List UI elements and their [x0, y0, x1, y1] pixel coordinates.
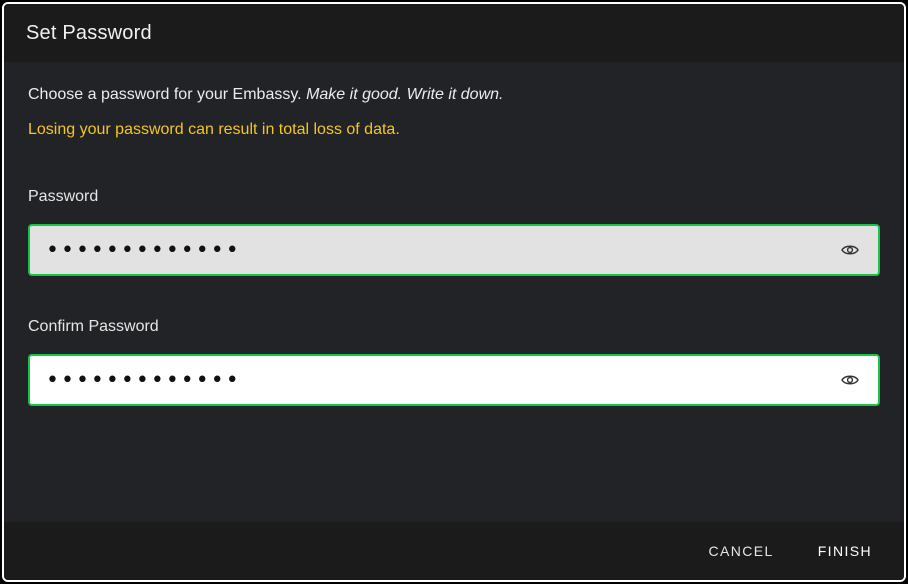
password-input[interactable] — [30, 226, 830, 274]
set-password-dialog: Set Password Choose a password for your … — [2, 2, 906, 582]
intro-emphasis: Make it good. Write it down. — [306, 86, 504, 103]
dialog-body: Choose a password for your Embassy. Make… — [4, 62, 904, 523]
intro-text: Choose a password for your Embassy. Make… — [28, 86, 503, 104]
eye-icon[interactable] — [830, 226, 870, 274]
password-field-wrapper — [28, 224, 880, 276]
intro-main: Choose a password for your Embassy. — [28, 86, 302, 103]
data-loss-warning: Losing your password can result in total… — [28, 121, 400, 138]
finish-button[interactable]: FINISH — [800, 533, 890, 569]
confirm-password-label: Confirm Password — [28, 318, 159, 335]
cancel-button[interactable]: CANCEL — [691, 533, 792, 569]
dialog-footer: CANCEL FINISH — [4, 522, 904, 580]
dialog-title: Set Password — [26, 21, 152, 44]
confirm-password-field-wrapper — [28, 354, 880, 406]
dialog-header: Set Password — [4, 4, 904, 62]
confirm-password-input[interactable] — [30, 356, 830, 404]
eye-icon[interactable] — [830, 356, 870, 404]
password-label: Password — [28, 188, 99, 205]
